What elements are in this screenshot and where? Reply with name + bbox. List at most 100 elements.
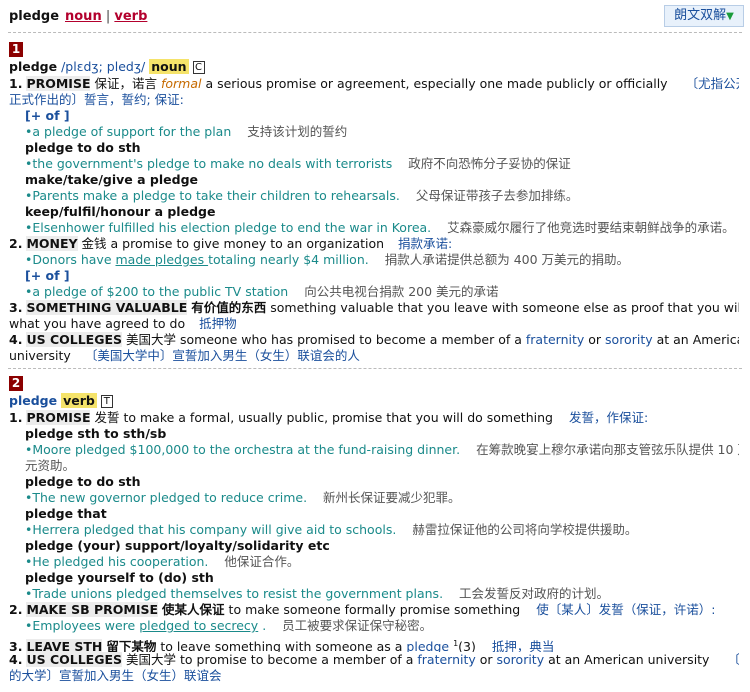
example-cn: 政府不向恐怖分子妥协的保证 <box>408 156 571 171</box>
definition: someone who has promised to become a mem… <box>180 332 526 347</box>
definition-cn: 使〔某人〕发誓（保证，许诺）: <box>536 602 716 617</box>
sense-number: 4. <box>9 652 23 667</box>
definition-cn: 〔在美国 <box>727 652 739 667</box>
definition-cont: university <box>9 348 71 363</box>
sense-number: 3. <box>9 639 23 652</box>
sense-4: 4. US COLLEGES 美国大学 someone who has prom… <box>9 332 739 347</box>
signpost: PROMISE <box>26 410 91 425</box>
example-cn: 工会发誓反对政府的计划。 <box>459 586 610 601</box>
sense-1: 1. PROMISE 保证，诺言 formal a serious promis… <box>9 76 739 92</box>
xref-fraternity[interactable]: fraternity <box>417 652 475 667</box>
entry-number: 1 <box>9 42 23 57</box>
sense-number: 1. <box>9 410 23 425</box>
signpost-cn: 留下某物 <box>106 639 157 652</box>
example: •He pledged his cooperation. <box>25 554 209 569</box>
entry-noun: 1 pledge /plɛdʒ; pledʒ/ noun C 1. PROMISE… <box>9 40 739 364</box>
signpost: US COLLEGES <box>26 332 123 347</box>
definition: to make a formal, usually public, promis… <box>123 410 553 425</box>
longman-bilingual-button[interactable]: 朗文双解▼ <box>664 5 744 27</box>
collocation-link[interactable]: made pledges <box>116 252 209 267</box>
entry-header: pledge /plɛdʒ; pledʒ/ noun C <box>9 58 739 76</box>
example-cn: 艾森豪威尔履行了他竞选时要结束朝鲜战争的承诺。 <box>447 220 735 235</box>
longman-button-label: 朗文双解 <box>674 8 727 23</box>
definition: to make someone formally promise somethi… <box>228 602 521 617</box>
sense-3: 3. SOMETHING VALUABLE 有价值的东西 something v… <box>9 300 739 316</box>
entry-header: pledge verb T <box>9 392 739 410</box>
pattern: pledge yourself to (do) sth <box>25 570 214 585</box>
top-bar: pledge noun | verb 朗文双解▼ <box>0 0 750 32</box>
part-of-speech: noun <box>149 59 189 74</box>
signpost: US COLLEGES <box>26 652 123 667</box>
example: •a pledge of $200 to the public TV stati… <box>25 284 289 299</box>
example-cn-cont: 元资助。 <box>25 458 76 473</box>
example: •The new governor pledged to reduce crim… <box>25 490 308 505</box>
definition-cn: 抵押物 <box>199 316 237 331</box>
sense-number: 3. <box>9 300 23 315</box>
sense-number: 4. <box>9 332 23 347</box>
definition-cont: what you have agreed to do <box>9 316 186 331</box>
signpost-cn: 发誓 <box>94 410 120 425</box>
signpost-cn: 有价值的东西 <box>191 300 267 315</box>
pos-link-noun[interactable]: noun <box>65 9 102 24</box>
pos-separator: | <box>105 9 111 24</box>
example-cn: 在筹款晚宴上穆尔承诺向那支管弦乐队提供 10 万美 <box>476 442 739 457</box>
definition: a serious promise or agreement, especial… <box>205 76 668 91</box>
definition: to promise to become a member of a <box>180 652 418 667</box>
signpost-cn: 保证，诺言 <box>94 76 157 91</box>
definition-cn-cont: 的大学〕宣誓加入男生（女生）联谊会 <box>9 668 222 683</box>
page-headword: pledge <box>9 9 60 24</box>
pronunciation: /plɛdʒ; pledʒ/ <box>61 59 146 74</box>
definition-cn-cont: 正式作出的〕誓言，誓约; 保证: <box>9 92 184 107</box>
example: •Moore pledged $100,000 to the orchestra… <box>25 442 461 457</box>
xref-sorority[interactable]: sorority <box>605 332 653 347</box>
sense-1: 1. PROMISE 发誓 to make a formal, usually … <box>9 410 739 426</box>
divider <box>8 32 742 33</box>
divider <box>8 368 742 369</box>
sense-3: 3. LEAVE STH 留下某物 to leave something wit… <box>9 636 739 652</box>
xref-fraternity[interactable]: fraternity <box>526 332 584 347</box>
signpost: LEAVE STH <box>26 639 103 652</box>
pattern: [+ of ] <box>25 268 70 283</box>
entry-verb: 2 pledge verb T 1. PROMISE 发誓 to make a f… <box>9 374 739 684</box>
dropdown-arrow-icon: ▼ <box>726 11 734 22</box>
entry-headword: pledge <box>9 393 58 408</box>
xref-sorority[interactable]: sorority <box>497 652 545 667</box>
signpost: MONEY <box>26 236 78 251</box>
example-cn: 父母保证带孩子去参加排练。 <box>415 188 579 203</box>
pos-link-verb[interactable]: verb <box>114 9 147 24</box>
signpost-cn: 使某人保证 <box>162 602 225 617</box>
example: •a pledge of support for the plan <box>25 124 232 139</box>
signpost: PROMISE <box>26 76 91 91</box>
collocation-link[interactable]: pledged to secrecy <box>139 618 258 633</box>
example-cn: 员工被要求保证保守秘密。 <box>282 618 433 633</box>
sense-4: 4. US COLLEGES 美国大学 to promise to become… <box>9 652 739 668</box>
definition: to leave something with someone as a <box>160 639 407 652</box>
entry-headword: pledge <box>9 59 58 74</box>
signpost: SOMETHING VALUABLE <box>26 300 188 315</box>
definition-cn: 抵押，典当 <box>491 639 555 652</box>
definition-cn: 捐款承诺: <box>398 236 453 251</box>
example: •Donors have made pledges totaling nearl… <box>25 252 369 267</box>
definition-cn: 〔尤指公开或 <box>685 76 739 91</box>
example-cn: 捐款人承诺提供总额为 400 万美元的捐助。 <box>384 252 630 267</box>
grammar-code: T <box>100 395 113 408</box>
example-cn: 支持该计划的誓约 <box>247 124 348 139</box>
signpost: MAKE SB PROMISE <box>26 602 159 617</box>
grammar-code: C <box>192 61 205 74</box>
xref-pledge[interactable]: pledge <box>406 639 449 652</box>
example: •Parents make a pledge to take their chi… <box>25 188 400 203</box>
sense-number: 2. <box>9 236 23 251</box>
signpost-cn: 美国大学 <box>126 332 177 347</box>
example: •Employees were pledged to secrecy . <box>25 618 267 633</box>
part-of-speech: verb <box>61 393 97 408</box>
example-cn: 赫雷拉保证他的公司将向学校提供援助。 <box>412 522 638 537</box>
entry-number: 2 <box>9 376 23 391</box>
sense-2: 2. MONEY 金钱 a promise to give money to a… <box>9 236 739 252</box>
sense-number: 2. <box>9 602 23 617</box>
pattern: keep/fulfil/honour a pledge <box>25 204 216 219</box>
example: •Herrera pledged that his company will g… <box>25 522 397 537</box>
example-cn: 新州长保证要减少犯罪。 <box>323 490 461 505</box>
example-cn: 向公共电视台捐款 200 美元的承诺 <box>304 284 499 299</box>
pattern: pledge to do sth <box>25 140 141 155</box>
signpost-cn: 金钱 <box>81 236 107 251</box>
